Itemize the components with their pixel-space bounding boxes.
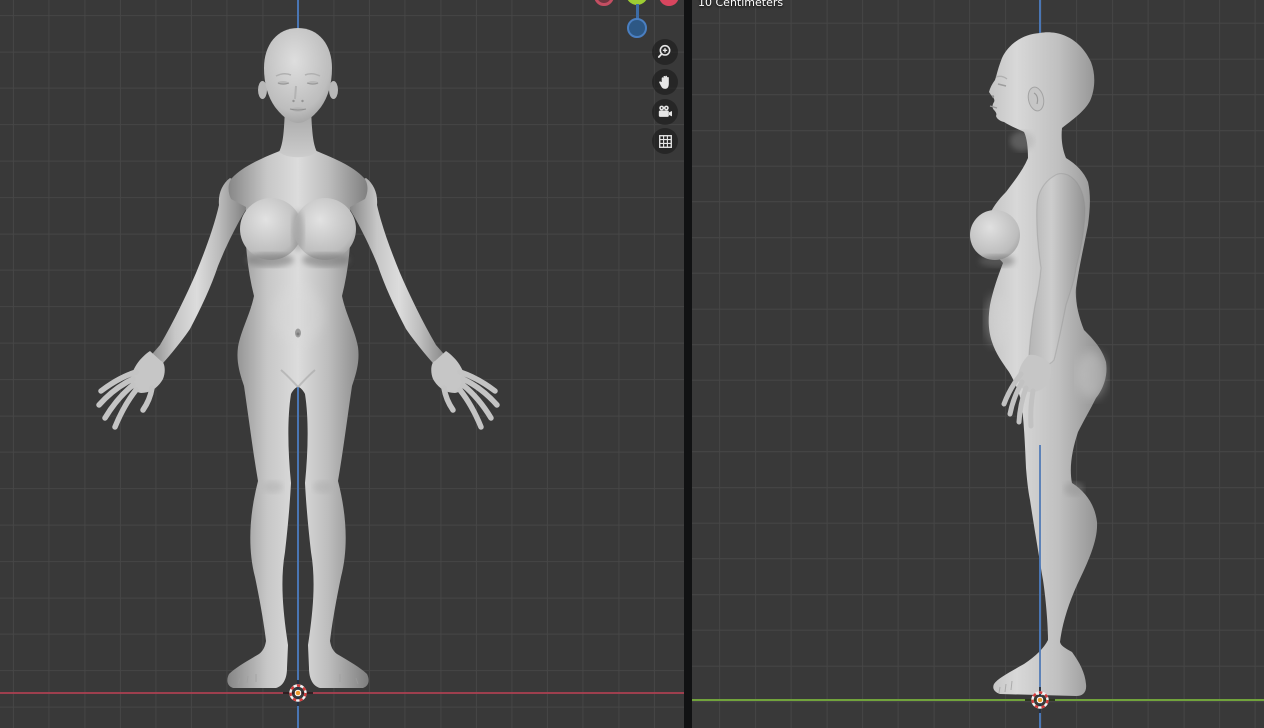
model-side-view[interactable] [970, 32, 1107, 696]
viewport-front-view[interactable] [0, 0, 684, 728]
grid-icon [656, 132, 675, 151]
zoom-button[interactable] [652, 39, 678, 65]
camera-icon [655, 102, 675, 122]
ortho-grid-button[interactable] [652, 128, 678, 154]
hand-icon [656, 73, 675, 92]
magnifier-plus-icon [655, 42, 675, 62]
camera-view-button[interactable] [652, 99, 678, 125]
blender-viewport-screenshot: 10 Centimeters [0, 0, 1264, 728]
pan-button[interactable] [652, 69, 678, 95]
gizmo-ball-z-neg[interactable] [627, 18, 647, 38]
front-head [258, 28, 338, 123]
viewport-side-view[interactable]: 10 Centimeters [692, 0, 1264, 728]
cursor-3d-front [283, 680, 313, 706]
viewport-divider[interactable] [684, 0, 692, 728]
grid-scale-label: 10 Centimeters [698, 0, 783, 9]
front-arm-left [99, 178, 247, 427]
front-arm-right [349, 178, 497, 427]
